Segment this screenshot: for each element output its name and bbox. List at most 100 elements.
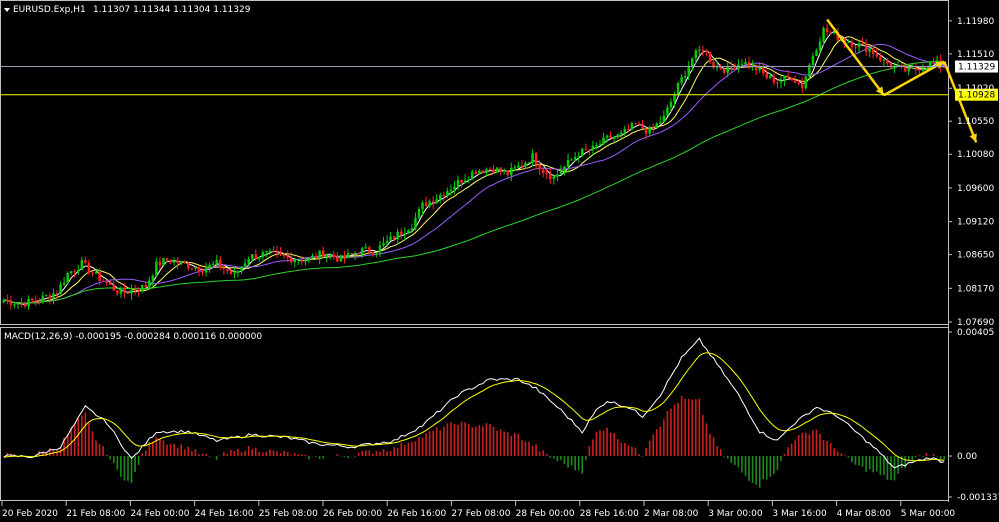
candle-body (772, 75, 776, 83)
candle-body (155, 261, 158, 276)
candle-body (84, 260, 87, 263)
candle-body (2, 300, 6, 303)
candle-body (793, 80, 797, 83)
candle-body (790, 77, 793, 81)
candle-body (591, 145, 595, 151)
candle-body (758, 67, 761, 71)
candle-body (659, 122, 662, 124)
price-tick-label: 1.10080 (957, 150, 994, 160)
candle-body (776, 82, 779, 84)
candle-body (215, 259, 218, 264)
candle-body (52, 293, 55, 299)
candle-body (77, 269, 80, 272)
candle-body (66, 273, 69, 283)
candle-body (250, 254, 254, 259)
candle-body (279, 252, 282, 255)
candle-body (470, 171, 474, 180)
candle-body (311, 255, 314, 258)
candle-body (737, 64, 740, 70)
candle-body (527, 162, 531, 164)
current-price-label: 1.11329 (958, 63, 995, 73)
candle-body (240, 266, 243, 272)
candle-body (786, 75, 790, 78)
candle-body (382, 242, 385, 246)
candle-body (105, 281, 108, 284)
candle-body (400, 231, 403, 235)
candle-body (864, 43, 868, 52)
candle-body (797, 82, 800, 84)
candle-body (439, 195, 442, 199)
candle-body (641, 123, 644, 129)
candle-body (300, 260, 304, 262)
candle-body (350, 253, 353, 255)
candle-body (620, 132, 623, 135)
time-tick-label: 26 Feb 00:00 (323, 509, 382, 519)
candle-body (669, 101, 673, 108)
candle-body (602, 137, 605, 145)
candle-body (460, 179, 463, 183)
candle-body (513, 167, 517, 169)
time-tick-label: 26 Feb 16:00 (387, 509, 446, 519)
candle-body (879, 56, 882, 61)
candle-body (321, 250, 325, 257)
candle-body (918, 69, 921, 71)
trading-chart[interactable]: 1.113291.10928 1.119801.115101.110201.10… (0, 0, 999, 522)
candle-body (94, 271, 98, 274)
price-tick-label: 1.11020 (957, 84, 994, 94)
candle-body (108, 283, 112, 285)
candle-body (850, 42, 854, 47)
candle-body (23, 303, 27, 307)
candle-body (190, 268, 194, 270)
candle-body (442, 195, 446, 197)
candle-body (818, 41, 822, 51)
macd-tick-label: 0.00405 (957, 328, 994, 338)
candle-body (446, 191, 449, 197)
candle-body (552, 176, 556, 180)
candle-body (804, 76, 808, 89)
price-tick-label: 1.07690 (957, 318, 994, 328)
candle-body (38, 301, 41, 303)
candle-body (130, 290, 133, 294)
candle-body (524, 162, 527, 167)
candle-body (73, 271, 76, 273)
candle-body (825, 27, 829, 33)
candle-body (549, 174, 552, 180)
candle-body (467, 179, 470, 181)
candle-body (683, 75, 687, 78)
candle-body (41, 295, 45, 302)
candle-body (680, 77, 683, 83)
candle (66, 271, 69, 285)
candle-body (744, 61, 747, 65)
candle-body (45, 295, 48, 297)
candle-body (275, 251, 279, 253)
candle-body (254, 254, 257, 259)
candle-body (158, 261, 162, 266)
candle-body (222, 267, 226, 270)
candle-body (187, 262, 190, 269)
candle-body (935, 60, 939, 63)
candle-body (868, 48, 871, 52)
candle-body (662, 115, 666, 123)
candle-body (541, 169, 545, 174)
candle-body (811, 55, 815, 65)
candle-body (708, 51, 712, 63)
candle-body (914, 67, 918, 70)
time-tick-label: 27 Feb 08:00 (451, 509, 510, 519)
candle-body (208, 264, 211, 269)
candle-body (605, 135, 609, 138)
candle-body (701, 49, 705, 51)
candle-body (801, 83, 804, 89)
candle-body (307, 257, 311, 261)
candle-body (726, 66, 729, 73)
candle-body (332, 254, 336, 258)
time-tick-label: 3 Mar 16:00 (772, 509, 827, 519)
macd-tick-label: 0.00 (957, 452, 977, 462)
candle-body (69, 271, 73, 274)
candle-body (169, 259, 172, 263)
candle-body (474, 171, 478, 174)
candle-body (346, 253, 350, 259)
candle (357, 252, 360, 255)
candle-body (201, 271, 204, 273)
candle-body (233, 272, 236, 274)
candle-body (627, 129, 630, 131)
